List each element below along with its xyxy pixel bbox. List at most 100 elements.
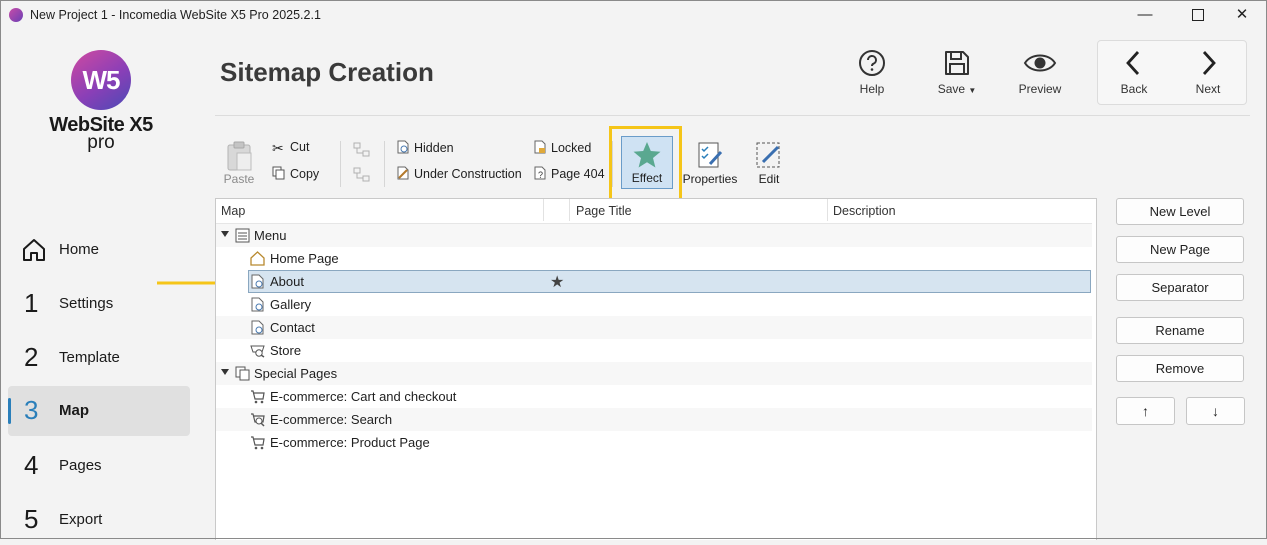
hidden-page-icon	[397, 140, 409, 154]
tree-row-label: Menu	[254, 228, 287, 243]
tree-row-about[interactable]: About ★	[248, 270, 1091, 293]
tree-row-cart-checkout[interactable]: E-commerce: Cart and checkout	[216, 385, 1092, 408]
back-button[interactable]: Back	[1103, 48, 1165, 98]
toolbar-divider	[384, 141, 385, 187]
header-divider	[215, 115, 1250, 116]
nav-label: Map	[59, 402, 89, 419]
tree-row-label: Special Pages	[254, 366, 338, 381]
cart-icon	[251, 436, 265, 450]
properties-label: Properties	[682, 172, 738, 186]
tree-row-label: E-commerce: Search	[270, 412, 393, 427]
nav-number: 4	[24, 450, 39, 480]
chevron-right-icon	[1202, 51, 1216, 75]
page-icon	[251, 320, 264, 335]
tree-row-label: Contact	[270, 320, 315, 335]
active-indicator	[8, 398, 11, 424]
effect-star-icon: ★	[550, 274, 565, 291]
minimize-button[interactable]: —	[1122, 4, 1168, 26]
help-label: Help	[859, 82, 885, 96]
expand-toggle-icon[interactable]	[221, 369, 229, 375]
search-page-icon	[251, 413, 265, 427]
locked-button[interactable]: Locked	[533, 140, 591, 160]
under-construction-button[interactable]: Under Construction	[396, 166, 522, 186]
tree-row-label: Gallery	[270, 297, 312, 312]
column-map[interactable]: Map	[221, 204, 245, 218]
eye-icon	[1023, 54, 1057, 72]
move-down-button[interactable]: ↓	[1186, 397, 1245, 425]
home-page-icon	[250, 251, 265, 266]
nav-map[interactable]: 3 Map	[8, 386, 190, 436]
nav-label: Settings	[59, 295, 114, 312]
page404-button[interactable]: ? Page 404	[533, 166, 605, 186]
nav-label: Export	[59, 511, 103, 528]
tree-row-gallery[interactable]: Gallery	[216, 293, 1092, 316]
sitemap-tree[interactable]: Map Page Title Description Menu Home Pag…	[215, 198, 1097, 540]
tree-row-label: Store	[270, 343, 302, 358]
next-button[interactable]: Next	[1177, 48, 1239, 98]
copy-button[interactable]: Copy	[272, 166, 319, 186]
nav-label: Pages	[59, 457, 102, 474]
save-button[interactable]: Save ▼	[926, 48, 988, 98]
nav-label: Home	[59, 241, 100, 258]
lock-icon	[534, 140, 546, 154]
close-button[interactable]: ✕	[1219, 4, 1265, 26]
effect-button[interactable]: Effect	[621, 136, 673, 189]
help-button[interactable]: Help	[841, 48, 903, 98]
page-404-icon: ?	[534, 166, 546, 180]
nav-home[interactable]: Home	[8, 225, 190, 275]
hidden-label: Hidden	[414, 141, 454, 155]
rename-button[interactable]: Rename	[1116, 317, 1244, 344]
tree-row-store[interactable]: Store	[216, 339, 1092, 362]
svg-text:?: ?	[538, 170, 543, 180]
nav-pages[interactable]: 4 Pages	[8, 441, 190, 491]
special-pages-icon	[235, 366, 250, 381]
next-label: Next	[1195, 82, 1221, 96]
nav-template[interactable]: 2 Template	[8, 333, 190, 383]
expand-toggle-icon[interactable]	[221, 231, 229, 237]
preview-button[interactable]: Preview	[1009, 48, 1071, 98]
home-icon	[23, 239, 45, 261]
properties-button[interactable]: Properties	[682, 136, 738, 192]
cart-icon	[251, 390, 265, 404]
indent-icon[interactable]	[353, 142, 371, 158]
scissors-icon: ✂	[272, 140, 284, 156]
nav-export[interactable]: 5 Export	[8, 495, 190, 545]
save-icon	[945, 51, 969, 75]
hidden-button[interactable]: Hidden	[396, 140, 454, 160]
column-description[interactable]: Description	[833, 204, 896, 218]
move-up-button[interactable]: ↑	[1116, 397, 1175, 425]
tree-row-contact[interactable]: Contact	[216, 316, 1092, 339]
maximize-button[interactable]	[1175, 4, 1221, 26]
edit-label: Edit	[758, 172, 780, 186]
tree-row-product-page[interactable]: E-commerce: Product Page	[216, 431, 1092, 454]
cut-button[interactable]: ✂ Cut	[272, 140, 309, 160]
store-page-icon	[250, 345, 265, 358]
preview-label: Preview	[1018, 82, 1062, 96]
separator-button[interactable]: Separator	[1116, 274, 1244, 301]
paste-label: Paste	[223, 172, 255, 186]
chevron-down-icon: ▼	[968, 86, 977, 95]
nav-number: 3	[24, 395, 39, 425]
nav-number: 1	[24, 288, 39, 318]
nav-label: Template	[59, 349, 120, 366]
column-page-title[interactable]: Page Title	[576, 204, 632, 218]
maximize-icon	[1192, 9, 1204, 22]
new-level-button[interactable]: New Level	[1116, 198, 1244, 225]
new-page-button[interactable]: New Page	[1116, 236, 1244, 263]
cut-label: Cut	[290, 140, 310, 154]
nav-number: 2	[24, 342, 39, 372]
tree-row-special-pages[interactable]: Special Pages	[216, 362, 1092, 385]
tree-row-label: Home Page	[270, 251, 339, 266]
remove-button[interactable]: Remove	[1116, 355, 1244, 382]
locked-label: Locked	[551, 141, 592, 155]
tree-row-ecommerce-search[interactable]: E-commerce: Search	[216, 408, 1092, 431]
tree-row-label: About	[270, 274, 304, 289]
edit-button[interactable]: Edit	[741, 136, 797, 192]
paste-button[interactable]: Paste	[211, 136, 267, 192]
outdent-icon[interactable]	[353, 167, 371, 183]
page-icon	[251, 274, 264, 289]
tree-row-menu[interactable]: Menu	[216, 224, 1092, 247]
app-icon	[9, 8, 23, 22]
tree-row-home-page[interactable]: Home Page	[216, 247, 1092, 270]
help-icon	[859, 50, 885, 76]
